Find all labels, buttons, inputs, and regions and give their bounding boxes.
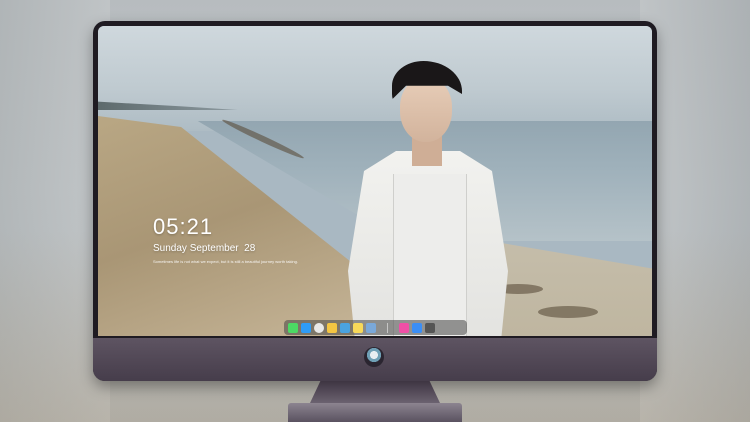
- finder-icon[interactable]: [301, 322, 311, 333]
- notes-icon[interactable]: [353, 322, 363, 333]
- video-icon[interactable]: [340, 322, 350, 333]
- dock-separator: [387, 322, 388, 333]
- monitor: 05:21 Sunday September 28 Sometimes life…: [93, 21, 657, 381]
- monitor-stand-neck: [310, 381, 440, 403]
- messages-icon[interactable]: [288, 322, 298, 333]
- preview-icon[interactable]: [366, 322, 376, 333]
- safari-icon[interactable]: [314, 322, 324, 333]
- monitor-stand-base: [288, 403, 462, 422]
- seaweed: [538, 306, 598, 318]
- monitor-chin: [93, 338, 657, 381]
- lock-motto: Sometimes life is not what we expect, bu…: [153, 259, 298, 264]
- screen: 05:21 Sunday September 28 Sometimes life…: [98, 26, 652, 336]
- photos-icon[interactable]: [327, 322, 337, 333]
- app-store-icon[interactable]: [412, 322, 422, 333]
- t-shirt: [393, 174, 467, 336]
- music-icon[interactable]: [399, 322, 409, 333]
- face: [400, 78, 452, 142]
- logo-icon: [364, 347, 384, 367]
- camera-icon[interactable]: [425, 322, 435, 333]
- lock-clock: 05:21: [153, 214, 214, 239]
- dock: [284, 320, 467, 335]
- lock-date: Sunday September 28: [153, 243, 256, 254]
- wallpaper-person: [288, 56, 508, 336]
